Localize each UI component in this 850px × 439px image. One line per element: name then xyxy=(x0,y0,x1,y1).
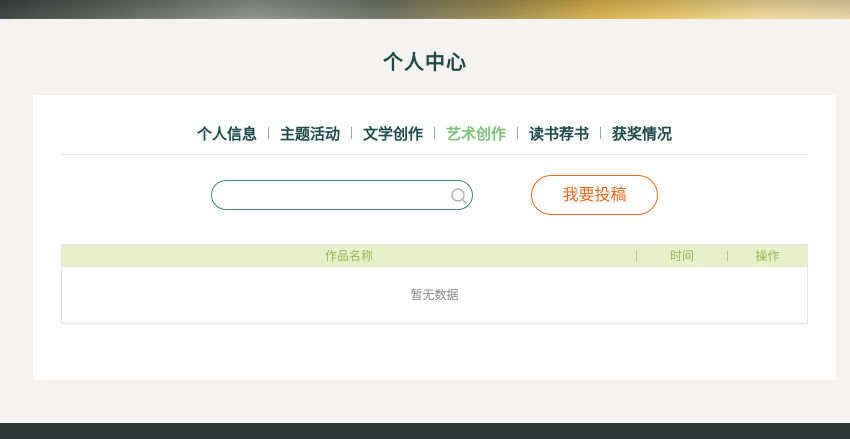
search-field xyxy=(211,180,473,210)
tab-separator xyxy=(434,127,435,139)
empty-state-text: 暂无数据 xyxy=(410,288,459,302)
column-header-time: 时间 xyxy=(669,249,694,263)
submit-work-button[interactable]: 我要投稿 xyxy=(531,175,658,215)
page-title: 个人中心 xyxy=(383,50,467,74)
column-header-actions: 操作 xyxy=(755,249,780,263)
tab-separator xyxy=(267,127,269,139)
tab-separator xyxy=(350,127,352,139)
tab-awards[interactable]: 获奖情况 xyxy=(612,123,672,144)
tab-personal-info[interactable]: 个人信息 xyxy=(197,123,257,144)
tab-separator xyxy=(600,127,602,139)
content-card: 个人信息 主题活动 文学创作 艺术创作 读书荐书 获奖情况 我要投稿 作品名称 … xyxy=(33,95,836,380)
tab-literary-creation[interactable]: 文学创作 xyxy=(363,123,423,144)
header-banner-image xyxy=(0,0,850,19)
table-header: 作品名称 时间 操作 xyxy=(62,245,807,267)
tab-book-recommendations[interactable]: 读书荐书 xyxy=(529,123,589,144)
tabs-divider xyxy=(62,154,808,155)
search-input[interactable] xyxy=(226,185,450,207)
tab-theme-activities[interactable]: 主题活动 xyxy=(280,123,340,144)
tab-bar: 个人信息 主题活动 文学创作 艺术创作 读书荐书 获奖情况 xyxy=(33,121,836,145)
tab-separator xyxy=(517,127,519,139)
column-header-name: 作品名称 xyxy=(324,249,373,263)
search-icon[interactable] xyxy=(449,186,469,206)
tab-art-creation[interactable]: 艺术创作 xyxy=(446,123,506,144)
footer-bar xyxy=(0,423,850,439)
works-table: 作品名称 时间 操作 暂无数据 xyxy=(61,244,808,324)
